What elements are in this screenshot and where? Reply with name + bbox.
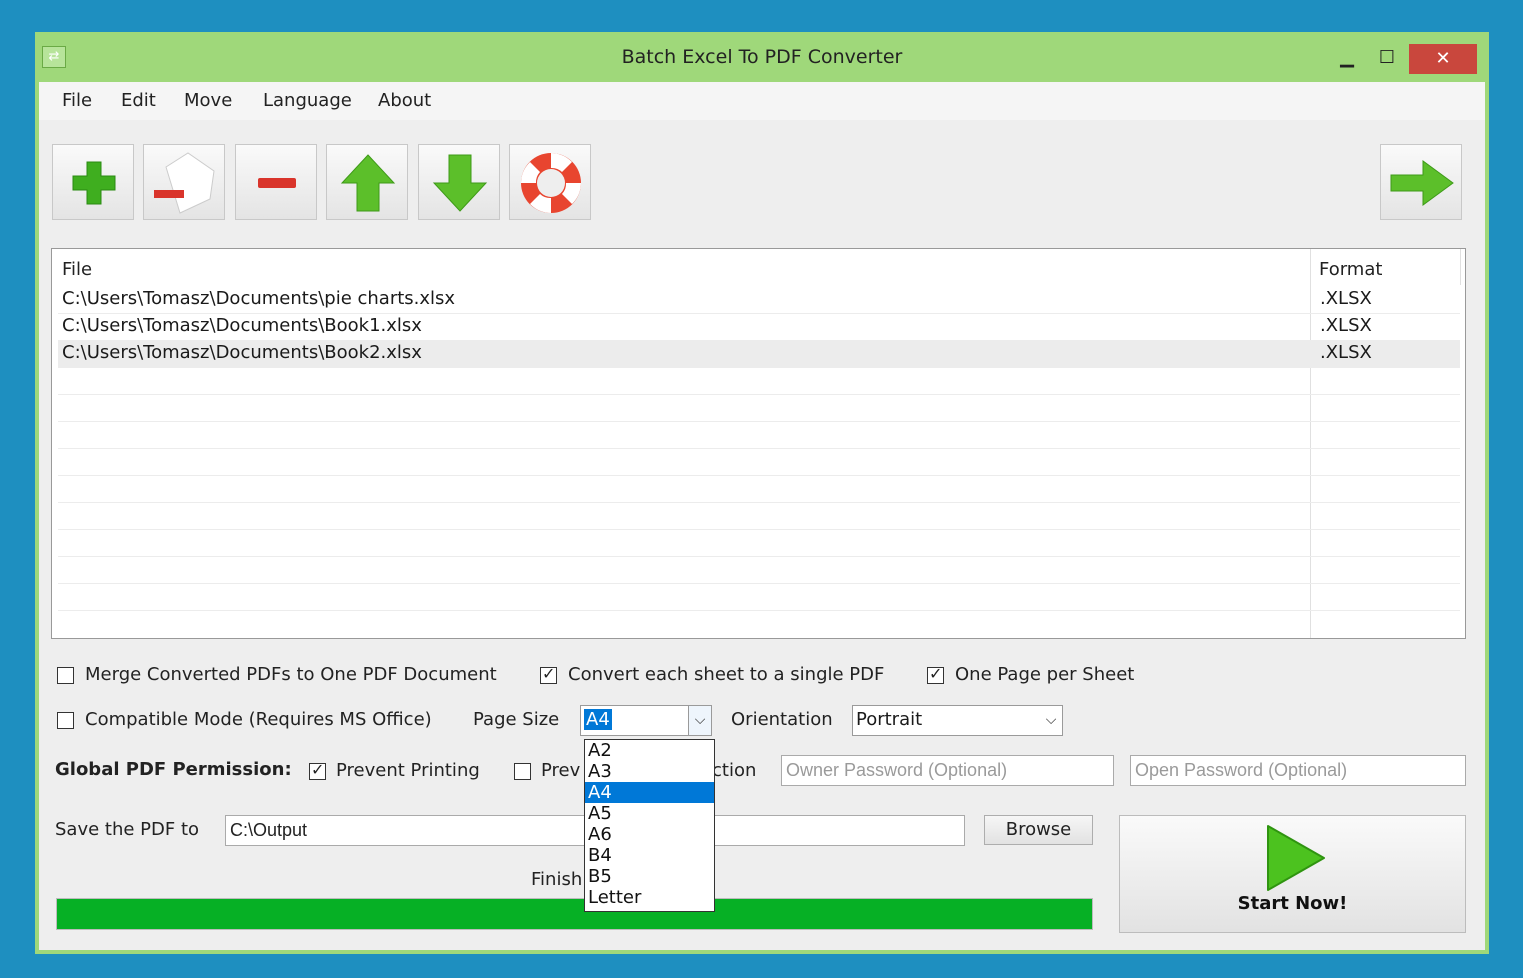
window-title: Batch Excel To PDF Converter [621, 46, 903, 68]
page-size-dropdown[interactable]: A2 A3 A4 A5 A6 B4 B5 Letter [584, 739, 715, 912]
dropdown-option-selected[interactable]: A4 [585, 782, 714, 803]
sheet-single-label[interactable]: Convert each sheet to a single PDF [568, 664, 884, 685]
dropdown-option[interactable]: B5 [585, 866, 714, 887]
orientation-select[interactable]: Portrait ⌵ [852, 705, 1063, 736]
remove-document-icon [154, 152, 215, 214]
dropdown-option[interactable]: A3 [585, 761, 714, 782]
dropdown-option[interactable]: A5 [585, 803, 714, 824]
one-page-checkbox[interactable] [927, 664, 944, 684]
page-size-value: A4 [584, 709, 612, 730]
file-list[interactable]: File Format C:\Users\Tomasz\Documents\pi… [51, 248, 1466, 639]
title-bar[interactable]: ⇄ Batch Excel To PDF Converter ▁ ☐ ✕ [35, 32, 1489, 82]
empty-row [58, 584, 1460, 611]
close-button[interactable]: ✕ [1409, 44, 1477, 74]
file-path: C:\Users\Tomasz\Documents\Book1.xlsx [62, 315, 422, 336]
empty-row [58, 503, 1460, 530]
chevron-down-icon[interactable]: ⌵ [688, 706, 711, 735]
save-to-label: Save the PDF to [55, 819, 200, 840]
file-format: .XLSX [1320, 342, 1372, 363]
file-format: .XLSX [1320, 288, 1372, 309]
progress-fill [57, 899, 1092, 929]
merge-checkbox[interactable] [57, 667, 74, 684]
move-up-button[interactable] [326, 144, 408, 220]
minus-icon [258, 178, 296, 188]
empty-row [58, 557, 1460, 584]
remove-file-button[interactable] [143, 144, 225, 220]
add-files-button[interactable] [52, 144, 134, 220]
owner-password-field[interactable] [781, 755, 1114, 786]
sheet-single-checkbox[interactable] [540, 664, 557, 684]
chevron-down-icon[interactable]: ⌵ [1040, 706, 1062, 735]
prevent-extraction-label-left[interactable]: Prev [541, 760, 580, 781]
open-password-field[interactable] [1130, 755, 1466, 786]
file-path: C:\Users\Tomasz\Documents\Book2.xlsx [62, 342, 422, 363]
menu-edit[interactable]: Edit [121, 90, 156, 111]
start-button[interactable]: Start Now! [1119, 815, 1466, 933]
prevent-printing-checkbox[interactable] [309, 760, 326, 780]
orientation-value: Portrait [856, 709, 923, 730]
menu-about[interactable]: About [378, 90, 431, 111]
dropdown-option[interactable]: A6 [585, 824, 714, 845]
start-label: Start Now! [1237, 893, 1348, 914]
column-header-file[interactable]: File [62, 259, 92, 280]
column-divider [1460, 249, 1461, 285]
help-button[interactable] [509, 144, 591, 220]
arrow-down-icon [432, 154, 488, 212]
menu-language[interactable]: Language [263, 90, 352, 111]
remove-button[interactable] [235, 144, 317, 220]
page-size-select[interactable]: A4 ⌵ [580, 705, 712, 736]
orientation-label: Orientation [731, 709, 833, 730]
permission-label: Global PDF Permission: [55, 759, 292, 780]
dropdown-option[interactable]: A2 [585, 740, 714, 761]
prevent-extraction-checkbox[interactable] [514, 763, 531, 780]
arrow-up-icon [340, 154, 396, 212]
status-text: Finish [531, 869, 583, 890]
compatible-mode-checkbox[interactable] [57, 712, 74, 729]
play-icon [1267, 825, 1325, 891]
minimize-button[interactable]: ▁ [1327, 44, 1367, 74]
file-format: .XLSX [1320, 315, 1372, 336]
menu-file[interactable]: File [62, 90, 92, 111]
dropdown-option[interactable]: B4 [585, 845, 714, 866]
lifebuoy-icon [521, 153, 581, 213]
column-header-format[interactable]: Format [1319, 259, 1382, 280]
empty-row [58, 530, 1460, 557]
client-area: File Edit Move Language About File Forma… [39, 82, 1485, 950]
empty-row [58, 368, 1460, 395]
next-button[interactable] [1380, 144, 1462, 220]
plus-icon [72, 161, 116, 205]
page-size-label: Page Size [473, 709, 560, 730]
table-row[interactable]: C:\Users\Tomasz\Documents\Book2.xlsx .XL… [58, 341, 1460, 368]
table-row[interactable]: C:\Users\Tomasz\Documents\Book1.xlsx .XL… [58, 314, 1460, 341]
merge-label[interactable]: Merge Converted PDFs to One PDF Document [85, 664, 497, 685]
empty-row [58, 422, 1460, 449]
move-down-button[interactable] [418, 144, 500, 220]
dropdown-option[interactable]: Letter [585, 887, 714, 908]
menu-move[interactable]: Move [184, 90, 232, 111]
one-page-label[interactable]: One Page per Sheet [955, 664, 1134, 685]
progress-bar [56, 898, 1093, 930]
app-window: ⇄ Batch Excel To PDF Converter ▁ ☐ ✕ Fil… [35, 32, 1489, 954]
file-path: C:\Users\Tomasz\Documents\pie charts.xls… [62, 288, 456, 309]
menu-bar: File Edit Move Language About [39, 82, 1485, 120]
table-row[interactable]: C:\Users\Tomasz\Documents\pie charts.xls… [58, 287, 1460, 314]
maximize-button[interactable]: ☐ [1367, 44, 1407, 74]
prevent-printing-label[interactable]: Prevent Printing [336, 760, 480, 781]
arrow-right-icon [1390, 160, 1454, 206]
empty-row [58, 449, 1460, 476]
empty-row [58, 476, 1460, 503]
browse-button[interactable]: Browse [984, 815, 1093, 845]
prevent-extraction-label-right[interactable]: ction [712, 760, 756, 781]
compatible-mode-label[interactable]: Compatible Mode (Requires MS Office) [85, 709, 432, 730]
empty-row [58, 395, 1460, 422]
